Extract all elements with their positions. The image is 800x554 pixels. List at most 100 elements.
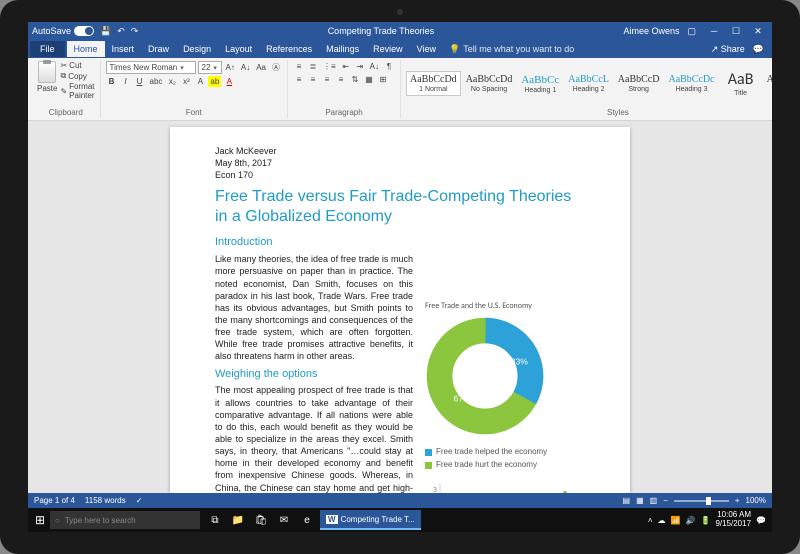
style-subtitle[interactable]: AaBbCcDdSubtitle (763, 71, 772, 96)
taskbar-search[interactable]: ○Type here to search (50, 511, 200, 529)
tab-file[interactable]: File (30, 41, 65, 57)
tell-me-search[interactable]: 💡Tell me what you want to do (449, 44, 574, 55)
undo-icon[interactable]: ↶ (117, 26, 125, 37)
brush-icon: ✎ (60, 87, 67, 96)
action-center-icon[interactable]: 💬 (756, 516, 766, 525)
cortana-icon: ○ (55, 516, 60, 525)
copy-button[interactable]: ⧉Copy (60, 71, 94, 81)
tab-layout[interactable]: Layout (218, 41, 259, 57)
web-layout-icon[interactable]: ▥ (650, 496, 658, 505)
superscript-button[interactable]: x² (180, 76, 192, 87)
page-indicator[interactable]: Page 1 of 4 (34, 496, 75, 505)
line-spacing-button[interactable]: ⇅ (349, 74, 361, 85)
style-normal[interactable]: AaBbCcDd1 Normal (406, 71, 461, 96)
battery-icon[interactable]: 🔋 (700, 516, 710, 525)
word-count[interactable]: 1158 words (85, 496, 126, 505)
print-layout-icon[interactable]: ▦ (636, 496, 644, 505)
justify-button[interactable]: ≡ (335, 74, 347, 85)
align-center-button[interactable]: ≡ (307, 74, 319, 85)
text-effects-button[interactable]: A (194, 76, 206, 87)
ribbon-options-icon[interactable]: ▢ (687, 26, 696, 37)
style-heading-1[interactable]: AaBbCcHeading 1 (517, 71, 563, 97)
comments-icon[interactable]: 💬 (753, 44, 764, 55)
style-no-spacing[interactable]: AaBbCcDdNo Spacing (462, 71, 517, 96)
italic-button[interactable]: I (120, 76, 132, 87)
onedrive-icon[interactable]: ☁ (658, 516, 666, 525)
group-styles: AaBbCcDd1 Normal AaBbCcDdNo Spacing AaBb… (401, 60, 772, 118)
mail-icon[interactable]: ✉ (273, 510, 295, 530)
explorer-icon[interactable]: 📁 (227, 510, 249, 530)
clear-formatting-button[interactable]: Ⓐ (270, 61, 282, 74)
increase-indent-button[interactable]: ⇥ (354, 61, 366, 72)
tray-up-icon[interactable]: ˄ (648, 516, 653, 525)
wifi-icon[interactable]: 📶 (671, 516, 681, 525)
zoom-slider[interactable] (674, 500, 729, 502)
style-title[interactable]: AaBTitle (720, 67, 762, 100)
borders-button[interactable]: ⊞ (377, 74, 389, 85)
style-heading-3[interactable]: AaBbCcDcHeading 3 (664, 71, 718, 96)
close-button[interactable]: ✕ (748, 26, 768, 37)
zoom-in-button[interactable]: + (735, 496, 740, 505)
document-page[interactable]: Jack McKeever May 8th, 2017 Econ 170 Fre… (170, 127, 630, 493)
highlight-button[interactable]: ab (208, 76, 221, 87)
subscript-button[interactable]: x₂ (166, 76, 178, 87)
shading-button[interactable]: ▦ (363, 74, 375, 85)
tab-review[interactable]: Review (366, 41, 410, 57)
minimize-button[interactable]: ─ (704, 26, 724, 37)
tab-mailings[interactable]: Mailings (319, 41, 366, 57)
volume-icon[interactable]: 🔊 (686, 516, 696, 525)
redo-icon[interactable]: ↷ (131, 26, 139, 37)
tab-view[interactable]: View (410, 41, 443, 57)
task-view-icon[interactable]: ⧉ (204, 510, 226, 530)
show-marks-button[interactable]: ¶ (383, 61, 395, 72)
group-clipboard: Paste ✂Cut ⧉Copy ✎Format Painter Clipboa… (32, 60, 101, 118)
style-strong[interactable]: AaBbCcDStrong (614, 71, 664, 96)
zoom-level[interactable]: 100% (746, 496, 766, 505)
strikethrough-button[interactable]: abc (148, 76, 165, 87)
read-mode-icon[interactable]: ▤ (623, 496, 631, 505)
grow-font-button[interactable]: A↑ (224, 62, 237, 73)
numbering-button[interactable]: ≣ (307, 61, 319, 72)
format-painter-button[interactable]: ✎Format Painter (60, 82, 94, 100)
document-area[interactable]: Jack McKeever May 8th, 2017 Econ 170 Fre… (28, 121, 772, 493)
taskbar: ⊞ ○Type here to search ⧉ 📁 🛍 ✉ e WCompet… (28, 508, 772, 532)
decrease-indent-button[interactable]: ⇤ (340, 61, 352, 72)
align-left-button[interactable]: ≡ (293, 74, 305, 85)
title-bar: AutoSave 💾 ↶ ↷ Competing Trade Theories … (28, 22, 772, 40)
underline-button[interactable]: U (134, 76, 146, 87)
autosave-toggle[interactable]: AutoSave (32, 26, 94, 36)
edge-icon[interactable]: e (296, 510, 318, 530)
font-color-button[interactable]: A (223, 76, 235, 87)
user-name[interactable]: Aimee Owens (623, 26, 679, 36)
author-line: Jack McKeever (215, 145, 585, 157)
maximize-button[interactable]: ☐ (726, 26, 746, 37)
sort-button[interactable]: A↓ (368, 61, 381, 72)
zoom-out-button[interactable]: − (663, 496, 668, 505)
tab-insert[interactable]: Insert (105, 41, 142, 57)
paste-button[interactable]: Paste (37, 61, 57, 100)
tab-draw[interactable]: Draw (141, 41, 176, 57)
bulb-icon: 💡 (449, 44, 460, 55)
spell-check-icon[interactable]: ✓ (136, 496, 143, 505)
status-bar: Page 1 of 4 1158 words ✓ ▤ ▦ ▥ − + 100% (28, 493, 772, 508)
bullets-button[interactable]: ≡ (293, 61, 305, 72)
tab-home[interactable]: Home (67, 41, 105, 57)
taskbar-word-app[interactable]: WCompeting Trade T... (320, 510, 421, 530)
start-button[interactable]: ⊞ (30, 513, 50, 527)
bold-button[interactable]: B (106, 76, 118, 87)
share-button[interactable]: ↗ Share (711, 44, 745, 55)
group-font: Times New Roman 22 A↑ A↓ Aa Ⓐ B I U abc … (101, 60, 288, 118)
save-icon[interactable]: 💾 (100, 26, 111, 37)
cut-button[interactable]: ✂Cut (60, 61, 94, 70)
font-size-dropdown[interactable]: 22 (198, 61, 222, 74)
font-name-dropdown[interactable]: Times New Roman (106, 61, 196, 74)
shrink-font-button[interactable]: A↓ (239, 62, 252, 73)
align-right-button[interactable]: ≡ (321, 74, 333, 85)
multilevel-button[interactable]: ⋮≡ (321, 61, 338, 72)
tab-design[interactable]: Design (176, 41, 218, 57)
store-icon[interactable]: 🛍 (250, 510, 272, 530)
style-heading-2[interactable]: AaBbCcLHeading 2 (564, 71, 613, 96)
clock[interactable]: 10:06 AM 9/15/2017 (715, 511, 751, 529)
tab-references[interactable]: References (259, 41, 319, 57)
change-case-button[interactable]: Aa (254, 62, 268, 73)
